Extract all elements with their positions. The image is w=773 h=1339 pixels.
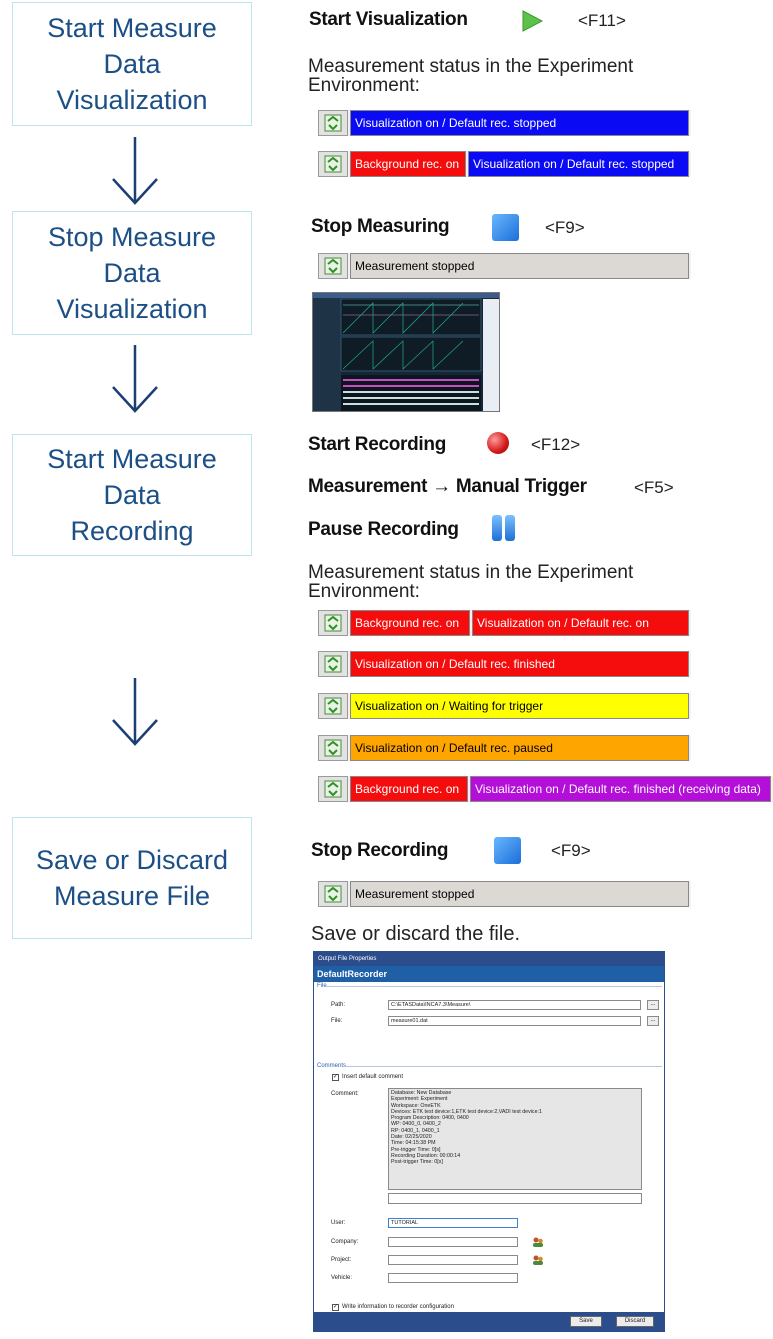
- output-file-properties-dialog: Output File Properties DefaultRecorder F…: [313, 951, 665, 1332]
- refresh-icon[interactable]: [318, 651, 348, 677]
- save-button[interactable]: Save: [570, 1316, 602, 1327]
- experiment-screenshot: [312, 292, 500, 412]
- status-segment: Background rec. on: [350, 610, 470, 636]
- start-visualization-heading: Start Visualization: [309, 9, 468, 30]
- file-label: File:: [331, 1018, 343, 1024]
- step-start-visualization: Start Measure Data Visualization: [12, 2, 252, 126]
- refresh-icon[interactable]: [318, 110, 348, 136]
- people-icon[interactable]: [532, 1236, 544, 1248]
- recorder-name: DefaultRecorder: [314, 966, 664, 982]
- refresh-icon[interactable]: [318, 881, 348, 907]
- status-segment: Measurement stopped: [350, 881, 689, 907]
- f9-shortcut: <F9>: [545, 218, 585, 237]
- path-input[interactable]: C:\ETASData\INCA7.3\Measure\: [388, 1000, 641, 1010]
- pause-recording-heading: Pause Recording: [308, 519, 459, 540]
- status-bar: Measurement stopped: [318, 253, 691, 279]
- comment-add-input[interactable]: [388, 1193, 642, 1204]
- refresh-icon[interactable]: [318, 253, 348, 279]
- pause-icon: [491, 515, 517, 541]
- insert-default-label: Insert default comment: [342, 1074, 404, 1080]
- status-bar: Background rec. on Visualization on / De…: [318, 151, 691, 177]
- project-label: Project:: [331, 1257, 352, 1263]
- stop-measuring-heading: Stop Measuring: [311, 216, 450, 237]
- play-icon: [522, 10, 544, 32]
- status-bar: Measurement stopped: [318, 881, 691, 907]
- status-segment: Visualization on / Default rec. finished…: [470, 776, 771, 802]
- company-input[interactable]: [388, 1237, 518, 1247]
- stop-icon: [494, 837, 521, 864]
- status-segment: Visualization on / Default rec. on: [472, 610, 689, 636]
- f5-shortcut: <F5>: [634, 478, 674, 497]
- vehicle-input[interactable]: [388, 1273, 518, 1283]
- comments-section-label: Comments: [317, 1063, 347, 1069]
- insert-default-checkbox[interactable]: ✓: [332, 1074, 339, 1081]
- down-arrow-icon: [112, 345, 158, 413]
- status-bar: Visualization on / Default rec. paused: [318, 735, 691, 761]
- f11-shortcut: <F11>: [578, 11, 626, 30]
- browse-path-button[interactable]: ...: [647, 1000, 659, 1010]
- start-recording-heading: Start Recording: [308, 434, 447, 455]
- status-segment: Visualization on / Default rec. finished: [350, 651, 689, 677]
- status-bar: Background rec. on Visualization on / De…: [318, 776, 773, 802]
- f12-shortcut: <F12>: [531, 435, 581, 454]
- status-intro-text: Measurement status in the Experiment Env…: [308, 56, 634, 96]
- refresh-icon[interactable]: [318, 776, 348, 802]
- stop-recording-heading: Stop Recording: [311, 840, 449, 861]
- step-save-discard: Save or Discard Measure File: [12, 817, 252, 939]
- path-label: Path:: [331, 1002, 346, 1008]
- f9-shortcut: <F9>: [551, 841, 591, 860]
- status-segment: Visualization on / Default rec. paused: [350, 735, 689, 761]
- status-segment: Visualization on / Default rec. stopped: [350, 110, 689, 136]
- dialog-title: Output File Properties: [314, 952, 664, 966]
- record-icon: [487, 432, 509, 454]
- status-segment: Visualization on / Default rec. stopped: [468, 151, 689, 177]
- write-info-checkbox[interactable]: ✓: [332, 1304, 339, 1311]
- down-arrow-icon: [112, 137, 158, 205]
- people-icon[interactable]: [532, 1254, 544, 1266]
- dialog-footer: Save Discard: [314, 1312, 664, 1331]
- refresh-icon[interactable]: [318, 610, 348, 636]
- status-bar: Visualization on / Default rec. stopped: [318, 110, 691, 136]
- company-label: Company:: [331, 1239, 359, 1245]
- user-label: User:: [331, 1220, 346, 1226]
- down-arrow-icon: [112, 678, 158, 746]
- browse-file-button[interactable]: ...: [647, 1016, 659, 1026]
- refresh-icon[interactable]: [318, 151, 348, 177]
- status-bar: Visualization on / Waiting for trigger: [318, 693, 691, 719]
- stop-icon: [492, 214, 519, 241]
- file-input[interactable]: measure01.dat: [388, 1016, 641, 1026]
- discard-button[interactable]: Discard: [616, 1316, 654, 1327]
- status-segment: Background rec. on: [350, 776, 468, 802]
- status-segment: Background rec. on: [350, 151, 466, 177]
- save-discard-text: Save or discard the file.: [311, 923, 520, 945]
- step-stop-visualization: Stop Measure Data Visualization: [12, 211, 252, 335]
- status-segment: Measurement stopped: [350, 253, 689, 279]
- write-info-label: Write information to recorder configurat…: [342, 1304, 454, 1310]
- vehicle-label: Vehicle:: [331, 1275, 353, 1281]
- refresh-icon[interactable]: [318, 693, 348, 719]
- comment-label: Comment:: [331, 1091, 359, 1097]
- manual-trigger-heading: Measurement → Manual Trigger: [308, 476, 587, 497]
- comment-textarea[interactable]: Database: New Database Experiment: Exper…: [388, 1088, 642, 1190]
- status-intro-text: Measurement status in the Experiment Env…: [308, 562, 634, 602]
- status-bar: Background rec. on Visualization on / De…: [318, 610, 691, 636]
- status-segment: Visualization on / Waiting for trigger: [350, 693, 689, 719]
- user-input[interactable]: TUTORIAL: [388, 1218, 518, 1228]
- refresh-icon[interactable]: [318, 735, 348, 761]
- step-start-recording: Start Measure Data Recording: [12, 434, 252, 556]
- project-input[interactable]: [388, 1255, 518, 1265]
- status-bar: Visualization on / Default rec. finished: [318, 651, 691, 677]
